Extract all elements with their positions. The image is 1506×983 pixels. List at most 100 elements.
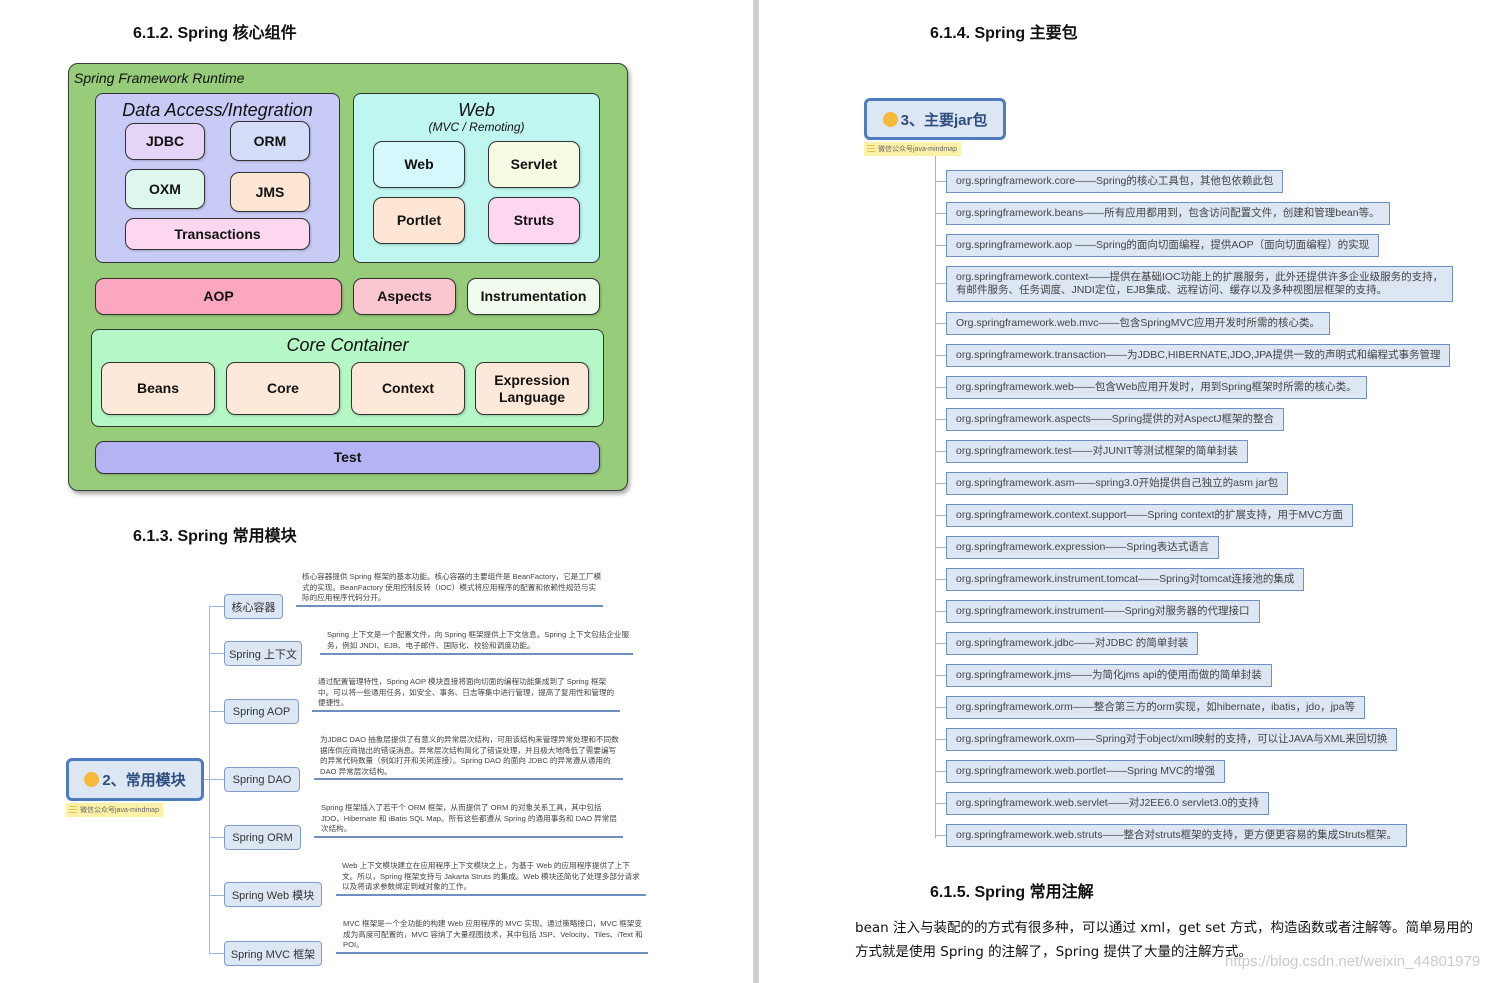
mindmap-connector bbox=[210, 953, 224, 955]
jar-item[interactable]: org.springframework.core——Spring的核心工具包，其… bbox=[946, 170, 1284, 193]
section-title-main-packages: 6.1.4. Spring 主要包 bbox=[930, 25, 1078, 42]
mindmap-root-label: 2、常用模块 bbox=[102, 772, 186, 789]
jar-connector bbox=[936, 355, 946, 357]
jar-item[interactable]: Org.springframework.web.mvc——包含SpringMVC… bbox=[946, 312, 1331, 335]
module-expression-language: Expression Language bbox=[475, 362, 589, 415]
jar-item[interactable]: org.springframework.web——包含Web应用开发时，用到Sp… bbox=[946, 376, 1367, 399]
jar-item[interactable]: org.springframework.context.support——Spr… bbox=[946, 504, 1353, 527]
runtime-title: Spring Framework Runtime bbox=[74, 70, 245, 86]
mindmap-root-main-jars[interactable]: 3、主要jar包 bbox=[864, 98, 1006, 140]
jar-item[interactable]: org.springframework.oxm——Spring对于object/… bbox=[946, 728, 1398, 751]
mindmap-node-spring-dao[interactable]: Spring DAO bbox=[224, 767, 300, 792]
jar-item[interactable]: org.springframework.test——对JUNIT等测试框架的简单… bbox=[946, 440, 1248, 463]
jar-connector bbox=[936, 323, 946, 325]
jar-connector bbox=[936, 835, 946, 837]
module-core: Core bbox=[226, 362, 340, 415]
mindmap-node-spring-context[interactable]: Spring 上下文 bbox=[224, 641, 302, 666]
module-aop: AOP bbox=[95, 278, 342, 315]
jar-item[interactable]: org.springframework.web.servlet——对J2EE6.… bbox=[946, 792, 1269, 815]
jar-item[interactable]: org.springframework.context——提供在基础IOC功能上… bbox=[946, 266, 1454, 302]
mindmap-node-spring-aop[interactable]: Spring AOP bbox=[224, 699, 299, 724]
jar-item[interactable]: org.springframework.expression——Spring表达… bbox=[946, 536, 1220, 559]
mindmap-connector bbox=[210, 606, 224, 608]
mindmap-node-spring-mvc[interactable]: Spring MVC 框架 bbox=[224, 941, 322, 966]
module-servlet: Servlet bbox=[488, 141, 580, 188]
smile-emoji-icon bbox=[882, 111, 898, 127]
mindmap-underline bbox=[336, 952, 648, 954]
mindmap-connector bbox=[210, 711, 224, 713]
mindmap-node-spring-orm[interactable]: Spring ORM bbox=[224, 825, 301, 850]
module-context: Context bbox=[351, 362, 465, 415]
module-beans: Beans bbox=[101, 362, 215, 415]
module-transactions: Transactions bbox=[125, 218, 310, 250]
mindmap-connector bbox=[210, 779, 224, 781]
jar-connector bbox=[936, 245, 946, 247]
jar-connector bbox=[936, 547, 946, 549]
module-struts: Struts bbox=[488, 197, 580, 244]
watermark: https://blog.csdn.net/weixin_44801979 bbox=[1225, 953, 1481, 970]
module-instrumentation: Instrumentation bbox=[467, 278, 600, 315]
jar-connector bbox=[936, 419, 946, 421]
mindmap-note: 微信公众号java-mindmap bbox=[66, 803, 163, 817]
jar-item[interactable]: org.springframework.web.struts——整合对strut… bbox=[946, 824, 1408, 847]
jar-connector bbox=[936, 483, 946, 485]
jar-connector bbox=[936, 579, 946, 581]
jar-item[interactable]: org.springframework.instrument.tomcat——S… bbox=[946, 568, 1305, 591]
mindmap-underline bbox=[336, 894, 646, 896]
jar-connector bbox=[936, 181, 946, 183]
module-web: Web bbox=[373, 141, 465, 188]
mindmap-underline bbox=[320, 653, 633, 655]
module-jms: JMS bbox=[230, 172, 310, 212]
mindmap-desc-core-container: 核心容器提供 Spring 框架的基本功能。核心容器的主要组件是 BeanFac… bbox=[302, 572, 602, 602]
web-subtitle: (MVC / Remoting) bbox=[428, 120, 525, 134]
core-container-group: Core Container Beans Core Context Expres… bbox=[91, 329, 604, 427]
section-title-common-annotations: 6.1.5. Spring 常用注解 bbox=[930, 884, 1094, 901]
section-title-core-components: 6.1.2. Spring 核心组件 bbox=[133, 25, 297, 42]
jar-connector bbox=[936, 387, 946, 389]
mindmap-desc-spring-context: Spring 上下文是一个配置文件，向 Spring 框架提供上下文信息。Spr… bbox=[327, 630, 630, 650]
jar-item[interactable]: org.springframework.jdbc——对JDBC 的简单封装 bbox=[946, 632, 1199, 655]
module-aspects: Aspects bbox=[353, 278, 456, 315]
mindmap-node-core-container[interactable]: 核心容器 bbox=[224, 594, 283, 619]
jar-connector bbox=[936, 803, 946, 805]
jar-connector bbox=[936, 451, 946, 453]
page-divider bbox=[753, 0, 759, 983]
mindmap-connector bbox=[210, 895, 224, 897]
jar-connector bbox=[936, 213, 946, 215]
jar-item[interactable]: org.springframework.orm——整合第三方的orm实现，如hi… bbox=[946, 696, 1366, 719]
mindmap-node-spring-web[interactable]: Spring Web 模块 bbox=[224, 882, 322, 907]
jar-connector bbox=[936, 675, 946, 677]
mindmap-underline bbox=[314, 778, 623, 780]
web-group: Web (MVC / Remoting) Web Servlet Portlet… bbox=[353, 93, 600, 263]
module-test: Test bbox=[95, 441, 600, 474]
jar-item[interactable]: org.springframework.jms——为简化jms api的使用而做… bbox=[946, 664, 1272, 687]
jar-connector bbox=[936, 707, 946, 709]
jar-connector bbox=[936, 643, 946, 645]
jar-connector bbox=[936, 515, 946, 517]
mindmap-desc-spring-web: Web 上下文模块建立在应用程序上下文模块之上，为基于 Web 的应用程序提供了… bbox=[342, 861, 640, 891]
mindmap-underline bbox=[314, 836, 623, 838]
jar-item[interactable]: org.springframework.beans——所有应用都用到，包含访问配… bbox=[946, 202, 1390, 225]
jar-item[interactable]: org.springframework.instrument——Spring对服… bbox=[946, 600, 1260, 623]
mindmap-root-label: 3、主要jar包 bbox=[900, 111, 988, 129]
module-orm: ORM bbox=[230, 121, 310, 161]
mindmap-root-common-modules[interactable]: 2、常用模块 bbox=[66, 758, 204, 801]
jar-connector bbox=[936, 771, 946, 773]
jar-item[interactable]: org.springframework.web.portlet——Spring … bbox=[946, 760, 1226, 783]
section-title-common-modules: 6.1.3. Spring 常用模块 bbox=[133, 528, 297, 545]
mindmap-connector bbox=[210, 837, 224, 839]
mindmap-desc-spring-orm: Spring 框架插入了若干个 ORM 框架，从而提供了 ORM 的对象关系工具… bbox=[321, 803, 617, 833]
jar-item[interactable]: org.springframework.transaction——为JDBC,H… bbox=[946, 344, 1451, 367]
jar-connector bbox=[936, 739, 946, 741]
module-jdbc: JDBC bbox=[125, 123, 205, 160]
mindmap-desc-spring-aop: 通过配置管理特性，Spring AOP 模块直接将面向切面的编程功能集成到了 S… bbox=[318, 677, 615, 707]
mindmap-underline bbox=[312, 710, 620, 712]
jar-mindmap-connector bbox=[935, 156, 937, 838]
jar-item[interactable]: org.springframework.aspects——Spring提供的对A… bbox=[946, 408, 1285, 431]
jar-item[interactable]: org.springframework.asm——spring3.0开始提供自己… bbox=[946, 472, 1289, 495]
mindmap-underline bbox=[296, 605, 603, 607]
jar-item[interactable]: org.springframework.aop ——Spring的面向切面编程，… bbox=[946, 234, 1380, 257]
data-access-title: Data Access/Integration bbox=[122, 100, 313, 120]
mindmap-note: 微信公众号java-mindmap bbox=[864, 142, 961, 156]
core-container-title: Core Container bbox=[286, 335, 409, 355]
